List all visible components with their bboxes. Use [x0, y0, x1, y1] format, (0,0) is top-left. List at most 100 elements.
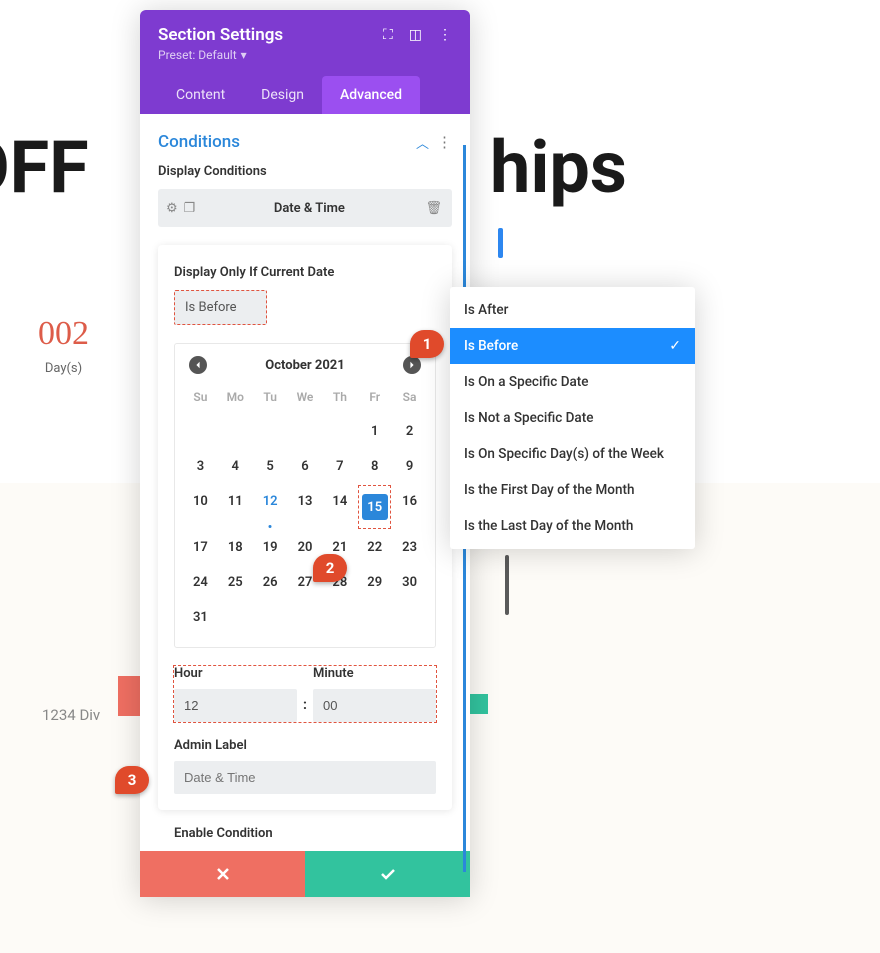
bg-countdown-num: 002	[38, 315, 89, 353]
collapse-icon[interactable]: ︿	[416, 133, 429, 152]
calendar-blank	[288, 414, 323, 449]
date-picker: October 2021 SuMoTuWeThFrSa1234567891011…	[174, 343, 436, 648]
display-only-if-label: Display Only If Current Date	[174, 265, 436, 280]
calendar-dow: Th	[322, 384, 357, 414]
conditions-section-title[interactable]: Conditions	[158, 132, 240, 152]
calendar-day[interactable]: 11	[218, 484, 253, 530]
callout-marker-2: 2	[313, 554, 347, 582]
caret-down-icon: ▾	[241, 48, 247, 62]
operator-dropdown: Is AfterIs Before✓Is On a Specific DateI…	[450, 287, 695, 549]
dropdown-option[interactable]: Is the Last Day of the Month	[450, 508, 695, 544]
calendar-dow: Su	[183, 384, 218, 414]
calendar-blank	[322, 414, 357, 449]
tab-design[interactable]: Design	[243, 76, 322, 114]
bg-text-off: OFF	[0, 125, 89, 210]
duplicate-icon[interactable]: ❐	[184, 201, 196, 216]
hour-input[interactable]	[174, 689, 297, 722]
panel-layout-icon[interactable]: ◫	[409, 27, 422, 43]
calendar-day[interactable]: 12	[253, 484, 288, 530]
calendar-day[interactable]: 24	[183, 565, 218, 600]
kebab-menu-icon[interactable]: ⋮	[438, 27, 452, 43]
time-colon: :	[303, 697, 307, 722]
calendar-day[interactable]: 3	[183, 449, 218, 484]
hour-label: Hour	[174, 666, 297, 681]
calendar-day[interactable]: 8	[357, 449, 392, 484]
calendar-day[interactable]: 1	[357, 414, 392, 449]
bg-countdown: 002 Day(s)	[38, 315, 89, 376]
calendar-dow: Fr	[357, 384, 392, 414]
calendar-day[interactable]: 6	[288, 449, 323, 484]
calendar-day[interactable]: 7	[322, 449, 357, 484]
calendar-day[interactable]: 22	[357, 530, 392, 565]
bg-scrollbar-1	[498, 228, 503, 258]
settings-panel: Section Settings ⛶ ◫ ⋮ Preset: Default▾ …	[140, 10, 470, 897]
next-month-button[interactable]	[403, 356, 421, 374]
save-button[interactable]	[305, 851, 470, 897]
calendar-day[interactable]: 15	[357, 484, 392, 530]
dropdown-option[interactable]: Is Not a Specific Date	[450, 400, 695, 436]
panel-title: Section Settings	[158, 25, 283, 45]
operator-select[interactable]: Is Before	[174, 290, 267, 325]
time-row: Hour : Minute	[174, 666, 436, 722]
tab-content[interactable]: Content	[158, 76, 243, 114]
dropdown-option[interactable]: Is On a Specific Date	[450, 364, 695, 400]
minute-input[interactable]	[313, 689, 436, 722]
calendar-day[interactable]: 2	[392, 414, 427, 449]
trash-icon[interactable]: 🗑	[415, 201, 452, 216]
dropdown-option[interactable]: Is the First Day of the Month	[450, 472, 695, 508]
calendar-day[interactable]: 18	[218, 530, 253, 565]
calendar-day[interactable]: 31	[183, 600, 218, 635]
bg-green-block	[468, 694, 488, 714]
gear-icon[interactable]: ⚙	[166, 201, 178, 216]
condition-bar[interactable]: ⚙ ❐ Date & Time 🗑	[158, 189, 452, 227]
callout-marker-1: 1	[410, 330, 444, 358]
calendar-day[interactable]: 9	[392, 449, 427, 484]
bg-countdown-label: Day(s)	[38, 361, 89, 376]
minute-label: Minute	[313, 666, 436, 681]
calendar-day[interactable]: 29	[357, 565, 392, 600]
prev-month-button[interactable]	[189, 356, 207, 374]
calendar-dow: Sa	[392, 384, 427, 414]
dropdown-option[interactable]: Is Before✓	[450, 328, 695, 364]
calendar-blank	[253, 414, 288, 449]
tab-advanced[interactable]: Advanced	[322, 76, 420, 114]
calendar-day[interactable]: 17	[183, 530, 218, 565]
check-icon: ✓	[669, 338, 681, 354]
calendar-day[interactable]: 16	[392, 484, 427, 530]
calendar-day[interactable]: 10	[183, 484, 218, 530]
preset-dropdown[interactable]: Preset: Default▾	[158, 48, 452, 62]
calendar-day[interactable]: 25	[218, 565, 253, 600]
panel-footer	[140, 851, 470, 897]
calendar-dow: Tu	[253, 384, 288, 414]
condition-config-card: Display Only If Current Date Is Before O…	[158, 245, 452, 810]
close-icon	[215, 866, 231, 882]
callout-marker-3: 3	[115, 766, 149, 794]
calendar-dow: We	[288, 384, 323, 414]
panel-header: Section Settings ⛶ ◫ ⋮ Preset: Default▾ …	[140, 10, 470, 114]
calendar-blank	[183, 414, 218, 449]
calendar-day[interactable]: 30	[392, 565, 427, 600]
display-conditions-label: Display Conditions	[140, 164, 470, 189]
dropdown-option[interactable]: Is After	[450, 292, 695, 328]
bg-text-hips: hips	[490, 125, 627, 210]
calendar-day[interactable]: 19	[253, 530, 288, 565]
cancel-button[interactable]	[140, 851, 305, 897]
bg-address-text: 1234 Div	[42, 706, 100, 724]
calendar-day[interactable]: 13	[288, 484, 323, 530]
calendar-day[interactable]: 5	[253, 449, 288, 484]
calendar-day[interactable]: 4	[218, 449, 253, 484]
panel-tabs: Content Design Advanced	[158, 76, 452, 114]
calendar-day[interactable]: 14	[322, 484, 357, 530]
admin-label-input[interactable]	[174, 761, 436, 794]
calendar-day[interactable]: 23	[392, 530, 427, 565]
calendar-month: October 2021	[265, 358, 344, 373]
expand-icon[interactable]: ⛶	[383, 27, 393, 43]
admin-label-title: Admin Label	[174, 738, 436, 753]
calendar-day[interactable]: 26	[253, 565, 288, 600]
calendar-blank	[218, 414, 253, 449]
calendar-grid: SuMoTuWeThFrSa12345678910111213141516171…	[183, 384, 427, 635]
condition-name: Date & Time	[203, 201, 415, 216]
dropdown-option[interactable]: Is On Specific Day(s) of the Week	[450, 436, 695, 472]
bg-scrollbar-2	[505, 555, 509, 615]
section-kebab-icon[interactable]: ⋮	[437, 133, 452, 151]
